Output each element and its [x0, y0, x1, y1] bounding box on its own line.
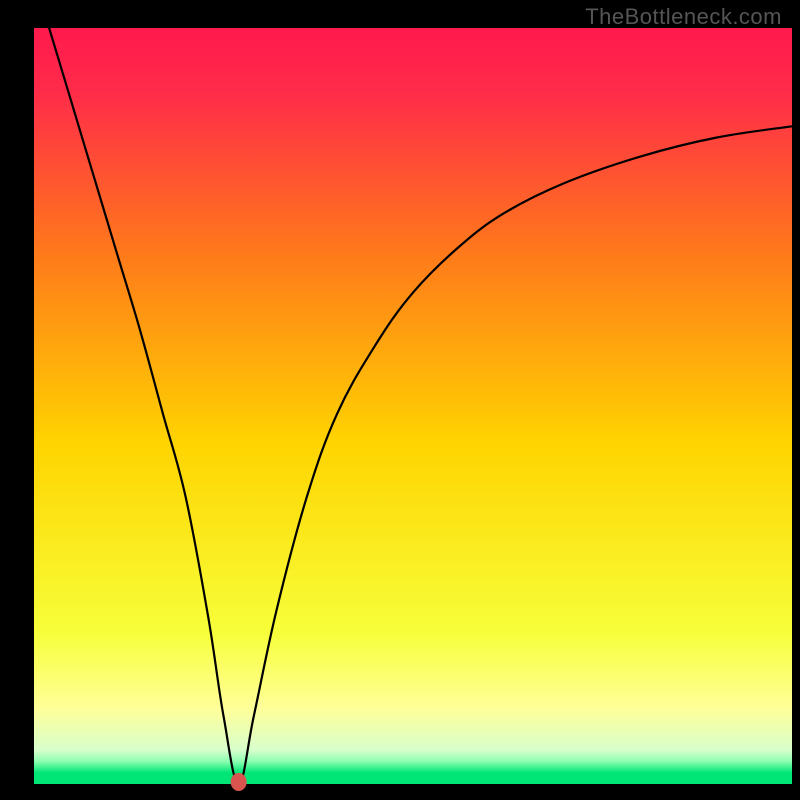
- optimal-point-marker: [231, 773, 247, 791]
- watermark-text: TheBottleneck.com: [585, 4, 782, 30]
- bottleneck-chart: [0, 0, 800, 800]
- chart-frame: TheBottleneck.com: [0, 0, 800, 800]
- plot-background: [34, 28, 792, 784]
